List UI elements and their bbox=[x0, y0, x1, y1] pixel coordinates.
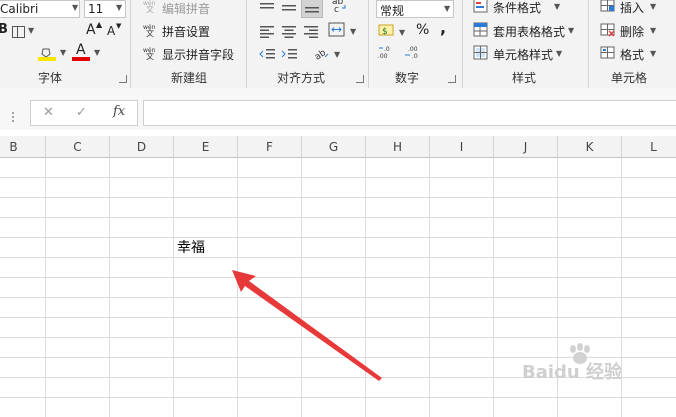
baidu-paw-icon bbox=[567, 343, 593, 367]
red-arrow-icon bbox=[232, 270, 382, 381]
